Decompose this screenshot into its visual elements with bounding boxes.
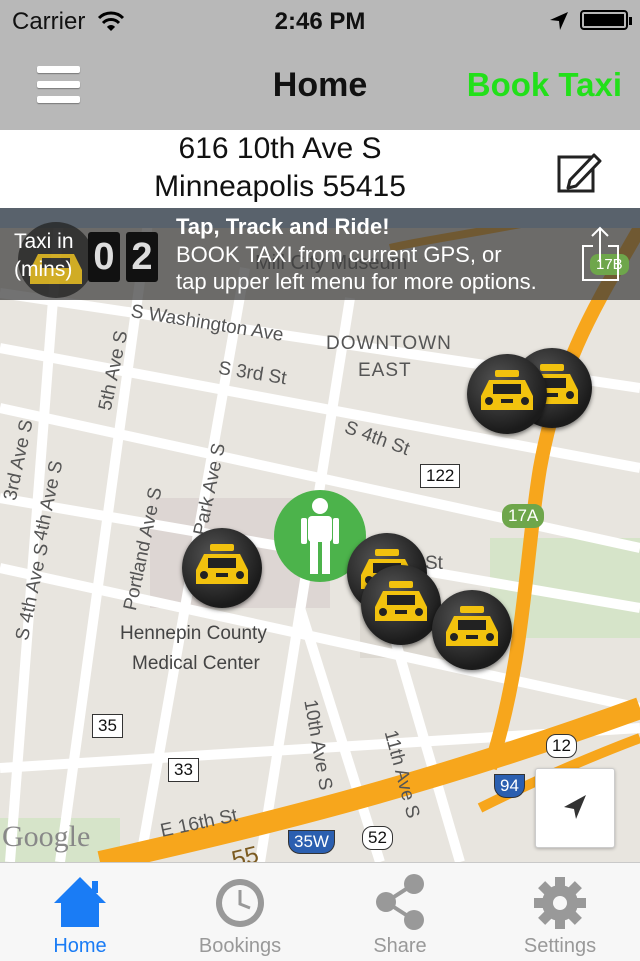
banner-text-line-1: BOOK TAXI from current GPS, or — [176, 242, 502, 267]
eta-label: Taxi in — [14, 230, 74, 253]
tab-bookings[interactable]: Bookings — [160, 863, 320, 961]
location-arrow-icon — [550, 12, 568, 30]
route-shield: 122 — [420, 464, 461, 488]
taxi-icon — [446, 606, 498, 646]
banner-text-line-2: tap upper left menu for more options. — [176, 269, 537, 294]
tab-home[interactable]: Home — [0, 863, 160, 961]
home-icon — [54, 877, 106, 927]
tab-label: Share — [373, 935, 427, 957]
district-label: DOWNTOWN — [326, 333, 452, 354]
tab-label: Settings — [523, 935, 597, 957]
share-out-icon[interactable] — [578, 224, 624, 284]
edit-icon[interactable] — [556, 150, 602, 194]
map-view[interactable]: S Washington Ave DOWNTOWN EAST S 3rd St … — [0, 208, 640, 862]
eta-digit-2: 2 — [126, 232, 158, 282]
banner-headline: Tap, Track and Ride! — [176, 214, 390, 239]
route-shield: 52 — [362, 826, 393, 850]
eta-digit-1: 0 — [88, 232, 120, 282]
tab-settings[interactable]: Settings — [480, 863, 640, 961]
taxi-marker[interactable] — [467, 354, 547, 434]
taxi-marker[interactable] — [361, 565, 441, 645]
tab-label: Bookings — [198, 935, 282, 957]
navigation-arrow-icon — [564, 795, 586, 819]
taxi-marker[interactable] — [432, 590, 512, 670]
google-logo: Google — [2, 820, 91, 853]
gear-icon — [534, 877, 586, 929]
nav-bar: Home Book Taxi — [0, 40, 640, 130]
clock-icon — [216, 879, 264, 927]
share-icon — [376, 874, 424, 930]
route-shield: 17A — [502, 504, 545, 528]
taxi-icon — [196, 544, 248, 584]
street-label: St — [425, 553, 443, 574]
battery-icon — [580, 10, 632, 30]
tab-label: Home — [53, 935, 107, 957]
taxi-icon — [375, 581, 427, 621]
taxi-icon — [481, 370, 533, 410]
route-shield: 94 — [494, 774, 525, 798]
book-taxi-button[interactable]: Book Taxi — [467, 66, 622, 104]
info-banner[interactable]: Mill City Museum 17B Taxi in (mins) 0 2 … — [0, 208, 640, 300]
route-shield: 35 — [92, 714, 123, 738]
clock-time: 2:46 PM — [274, 8, 366, 35]
tab-bar: Home Bookings Share Settings — [0, 862, 640, 961]
taxi-marker[interactable] — [182, 528, 262, 608]
address-line-2: Minneapolis 55415 — [154, 170, 406, 203]
poi-label: Medical Center — [132, 653, 260, 674]
route-shield: 33 — [168, 758, 199, 782]
status-bar: Carrier 2:46 PM — [0, 0, 640, 40]
route-shield: 12 — [546, 734, 577, 758]
poi-label: Hennepin County — [120, 623, 267, 644]
address-panel[interactable]: 616 10th Ave S Minneapolis 55415 — [0, 130, 640, 208]
tab-share[interactable]: Share — [320, 863, 480, 961]
route-shield: 35W — [288, 830, 335, 854]
address-line-1: 616 10th Ave S — [178, 132, 382, 165]
locate-me-button[interactable] — [535, 768, 615, 848]
eta-unit-label: (mins) — [14, 258, 73, 281]
district-label: EAST — [358, 360, 412, 381]
